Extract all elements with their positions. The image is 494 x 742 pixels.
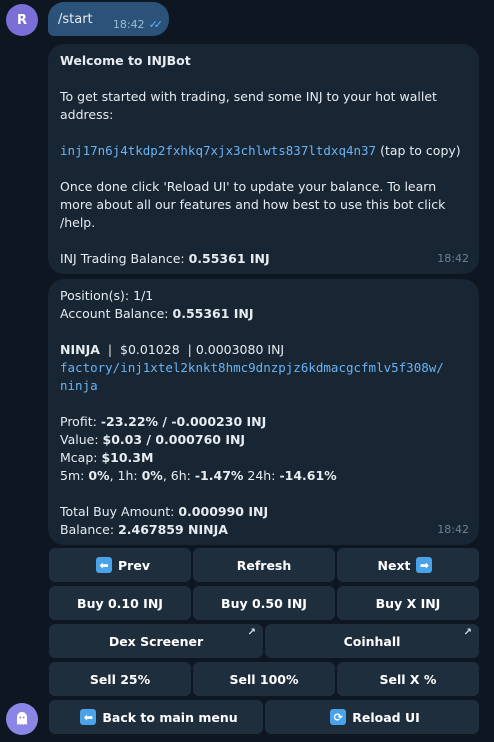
prev-button[interactable]: ⬅ Prev [49, 548, 191, 582]
mcap-line: Mcap: $10.3M [60, 450, 154, 465]
arrow-left-icon: ⬅ [80, 709, 97, 725]
wallet-address-line: inj17n6j4tkdp2fxhkq7xjx3chlwts837ltdxq4n… [60, 142, 467, 160]
message-time: 18:42 [112, 18, 145, 31]
wallet-address[interactable]: inj17n6j4tkdp2fxhkq7xjx3chlwts837ltdxq4n… [60, 143, 376, 158]
welcome-instructions: Once done click 'Reload UI' to update yo… [60, 179, 446, 230]
buy-050-button[interactable]: Buy 0.50 INJ [193, 586, 335, 620]
message-time: 18:42 [437, 523, 469, 536]
sell-25-button[interactable]: Sell 25% [49, 662, 191, 696]
outgoing-message: /start 18:42 ✓✓ [48, 2, 169, 36]
welcome-intro: To get started with trading, send some I… [60, 89, 437, 122]
next-button[interactable]: Next ➡ [337, 548, 479, 582]
reload-ui-button[interactable]: ⟳ Reload UI [265, 700, 479, 734]
token-denom[interactable]: factory/inj1xtel2knkt8hmc9dnzpjz6kdmacgc… [60, 359, 467, 395]
message-meta: 18:42 ✓✓ [112, 16, 164, 34]
buy-x-button[interactable]: Buy X INJ [337, 586, 479, 620]
read-checkmarks-icon: ✓✓ [148, 18, 164, 31]
token-price: $0.01028 [120, 342, 180, 357]
welcome-title: Welcome to INJBot [60, 53, 191, 68]
user-avatar[interactable]: R [6, 4, 38, 36]
external-link-icon: ↗ [463, 627, 472, 638]
copy-hint: (tap to copy) [380, 143, 461, 158]
bot-avatar[interactable] [6, 703, 38, 735]
profit-line: Profit: -23.22% / -0.000230 INJ [60, 414, 267, 429]
token-inj-price: 0.0003080 INJ [195, 342, 285, 357]
arrow-right-icon: ➡ [416, 557, 433, 573]
value-line: Value: $0.03 / 0.000760 INJ [60, 432, 246, 447]
token-balance-line: Balance: 2.467859 NINJA [60, 522, 228, 537]
total-buy-line: Total Buy Amount: 0.000990 INJ [60, 504, 269, 519]
welcome-message: Welcome to INJBot To get started with tr… [48, 44, 479, 274]
coinhall-button[interactable]: Coinhall ↗ [265, 624, 479, 658]
token-line: NINJA | $0.01028 | 0.0003080 INJ [60, 342, 285, 357]
refresh-button[interactable]: Refresh [193, 548, 335, 582]
position-message: Position(s): 1/1 Account Balance: 0.5536… [48, 279, 479, 545]
sell-100-button[interactable]: Sell 100% [193, 662, 335, 696]
arrow-left-icon: ⬅ [96, 557, 113, 573]
message-time: 18:42 [437, 252, 469, 265]
command-text: /start [58, 12, 93, 27]
dex-screener-button[interactable]: Dex Screener ↗ [49, 624, 263, 658]
external-link-icon: ↗ [247, 627, 256, 638]
sell-x-button[interactable]: Sell X % [337, 662, 479, 696]
positions-count: Position(s): 1/1 [60, 288, 154, 303]
trading-balance: INJ Trading Balance: 0.55361 INJ [60, 251, 270, 266]
back-to-main-menu-button[interactable]: ⬅ Back to main menu [49, 700, 263, 734]
ghost-icon [17, 712, 27, 725]
token-name: NINJA [60, 342, 100, 357]
price-change-line: 5m: 0%, 1h: 0%, 6h: -1.47% 24h: -14.61% [60, 468, 337, 483]
buy-010-button[interactable]: Buy 0.10 INJ [49, 586, 191, 620]
reload-icon: ⟳ [330, 709, 347, 725]
account-balance: Account Balance: 0.55361 INJ [60, 306, 254, 321]
